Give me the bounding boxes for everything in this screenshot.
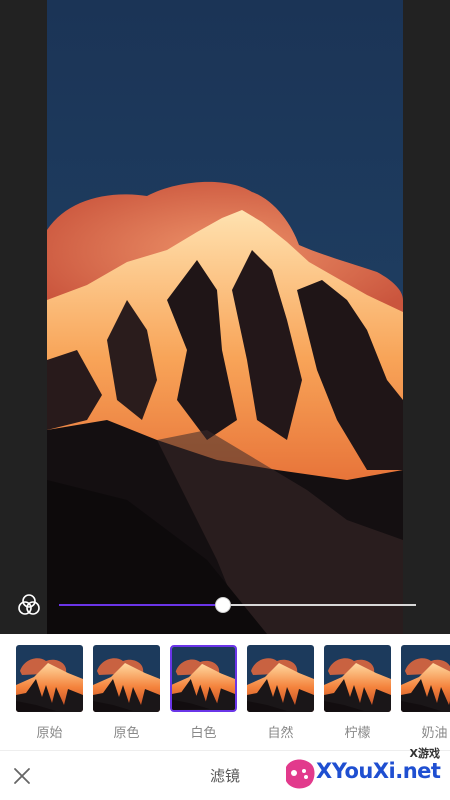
overlap-circles-icon [18, 594, 40, 615]
filter-thumbnail [16, 645, 83, 712]
filter-item-0[interactable]: 原始 [16, 645, 83, 741]
filter-item-2[interactable]: 白色 [170, 645, 237, 741]
intensity-slider[interactable] [59, 596, 416, 614]
filter-item-1[interactable]: 原色 [93, 645, 160, 741]
filter-panel: 原始 原色 白色 自然 柠檬 奶油 [0, 634, 450, 750]
filter-item-5[interactable]: 奶油 [401, 645, 450, 741]
filter-thumbnail [247, 645, 314, 712]
filter-label: 奶油 [421, 726, 448, 741]
intensity-toggle-button[interactable] [14, 590, 44, 620]
filter-label: 柠檬 [344, 726, 371, 741]
filter-label: 原色 [113, 726, 140, 741]
bottom-bar: 滤镜 [0, 750, 450, 800]
filter-label: 白色 [190, 726, 217, 741]
filter-thumbnail [170, 645, 237, 712]
mountain-photo [47, 0, 403, 634]
photo-preview [47, 0, 403, 634]
filter-label: 自然 [267, 726, 294, 741]
bar-title: 滤镜 [209, 767, 240, 785]
filter-thumbnail [93, 645, 160, 712]
filter-strip: 原始 原色 白色 自然 柠檬 奶油 [16, 645, 450, 741]
editor-area [0, 0, 450, 634]
slider-fill [59, 604, 224, 606]
slider-thumb[interactable] [215, 597, 232, 613]
filter-item-4[interactable]: 柠檬 [324, 645, 391, 741]
filter-item-3[interactable]: 自然 [247, 645, 314, 741]
filter-label: 原始 [36, 726, 63, 741]
filter-thumbnail [401, 645, 450, 712]
filter-thumbnail [324, 645, 391, 712]
